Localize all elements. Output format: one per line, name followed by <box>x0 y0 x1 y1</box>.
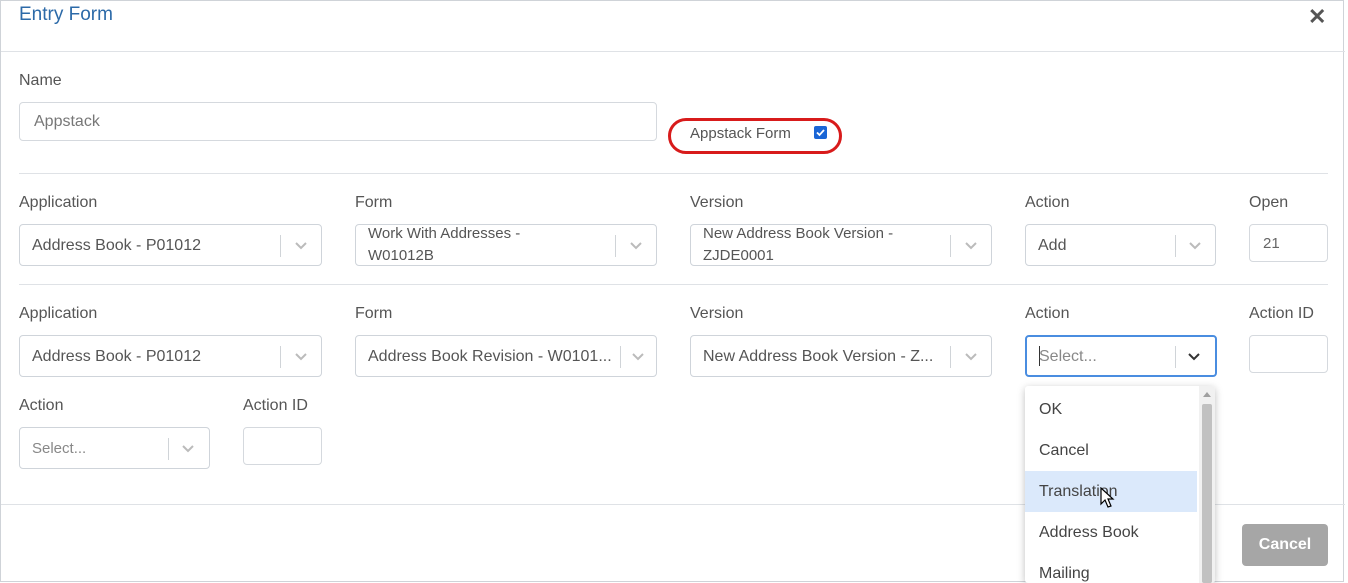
select-separator <box>950 346 951 368</box>
row1-form-select[interactable]: Work With Addresses - W01012B <box>355 224 657 266</box>
chevron-down-icon <box>965 242 977 250</box>
row1-application-label: Application <box>19 194 98 211</box>
row1-version-value-line2: ZJDE0001 <box>703 247 774 264</box>
name-input[interactable]: Appstack <box>19 102 657 141</box>
chevron-down-icon <box>965 353 977 361</box>
action-dropdown-menu: OK Cancel Translation Address Book Maili… <box>1025 386 1215 583</box>
row1-form-value-line2: W01012B <box>368 247 434 264</box>
row2-action-select[interactable]: Select... <box>1025 335 1217 377</box>
row2-version-label: Version <box>690 305 744 322</box>
chevron-down-icon <box>1188 353 1200 361</box>
row2-application-select[interactable]: Address Book - P01012 <box>19 335 322 377</box>
dropdown-option-ok[interactable]: OK <box>1025 389 1197 430</box>
row3-action-placeholder: Select... <box>32 440 87 457</box>
dropdown-option-mailing[interactable]: Mailing <box>1025 553 1197 583</box>
row2-action-label: Action <box>1025 305 1070 322</box>
appstack-form-label: Appstack Form <box>690 125 791 142</box>
row1-action-value: Add <box>1038 237 1067 254</box>
row2-action-placeholder: Select... <box>1039 348 1097 365</box>
row1-application-select[interactable]: Address Book - P01012 <box>19 224 322 266</box>
select-separator <box>1175 235 1176 257</box>
row2-form-value: Address Book Revision - W0101... <box>368 348 612 365</box>
row1-form-value-line1: Work With Addresses - <box>368 225 521 242</box>
row2-version-value: New Address Book Version - Z... <box>703 348 934 365</box>
row1-action-label: Action <box>1025 194 1070 211</box>
select-separator <box>168 438 169 460</box>
header-divider <box>1 51 1345 52</box>
row1-version-select[interactable]: New Address Book Version - ZJDE0001 <box>690 224 992 266</box>
checkmark-icon <box>816 129 825 137</box>
chevron-down-icon <box>295 242 307 250</box>
row2-action-id-label: Action ID <box>1249 305 1314 322</box>
select-separator <box>280 346 281 368</box>
row1-open-label: Open <box>1249 194 1289 211</box>
entry-form-dialog: Entry Form ✕ Name Appstack Appstack Form… <box>0 0 1345 583</box>
row3-action-id-input[interactable] <box>243 427 322 465</box>
select-separator <box>615 235 616 257</box>
dropdown-scrollbar[interactable] <box>1199 386 1215 583</box>
chevron-down-icon <box>182 445 194 453</box>
section-divider-1 <box>19 173 1328 174</box>
row1-application-value: Address Book - P01012 <box>32 237 201 254</box>
row2-application-value: Address Book - P01012 <box>32 348 201 365</box>
row1-version-value-line1: New Address Book Version - <box>703 225 894 242</box>
row3-action-id-label: Action ID <box>243 397 308 414</box>
row2-action-id-input[interactable] <box>1249 335 1328 373</box>
select-separator <box>620 346 621 368</box>
scroll-up-arrow-icon[interactable] <box>1202 390 1212 398</box>
row2-application-label: Application <box>19 305 98 322</box>
row1-open-input[interactable]: 21 <box>1249 224 1328 262</box>
row2-form-label: Form <box>355 305 393 322</box>
name-input-value: Appstack <box>34 113 100 130</box>
dialog-title: Entry Form <box>19 4 113 25</box>
chevron-down-icon <box>632 353 644 361</box>
row3-action-label: Action <box>19 397 64 414</box>
dropdown-option-address-book[interactable]: Address Book <box>1025 512 1197 553</box>
row1-open-value: 21 <box>1263 235 1280 252</box>
chevron-down-icon <box>1189 242 1201 250</box>
row1-action-select[interactable]: Add <box>1025 224 1216 266</box>
select-separator <box>1175 346 1176 368</box>
row1-version-label: Version <box>690 194 744 211</box>
row2-version-select[interactable]: New Address Book Version - Z... <box>690 335 992 377</box>
select-separator <box>280 235 281 257</box>
scrollbar-thumb[interactable] <box>1202 404 1212 583</box>
chevron-down-icon <box>295 353 307 361</box>
row3-action-select[interactable]: Select... <box>19 427 210 469</box>
close-icon[interactable]: ✕ <box>1308 4 1326 30</box>
appstack-form-checkbox[interactable] <box>814 126 827 139</box>
select-separator <box>950 235 951 257</box>
dropdown-option-cancel[interactable]: Cancel <box>1025 430 1197 471</box>
mouse-pointer-icon <box>1100 487 1115 508</box>
chevron-down-icon <box>630 242 642 250</box>
cancel-button[interactable]: Cancel <box>1242 524 1328 566</box>
section-divider-2 <box>19 284 1328 285</box>
row1-form-label: Form <box>355 194 393 211</box>
name-label: Name <box>19 72 62 89</box>
row2-form-select[interactable]: Address Book Revision - W0101... <box>355 335 657 377</box>
